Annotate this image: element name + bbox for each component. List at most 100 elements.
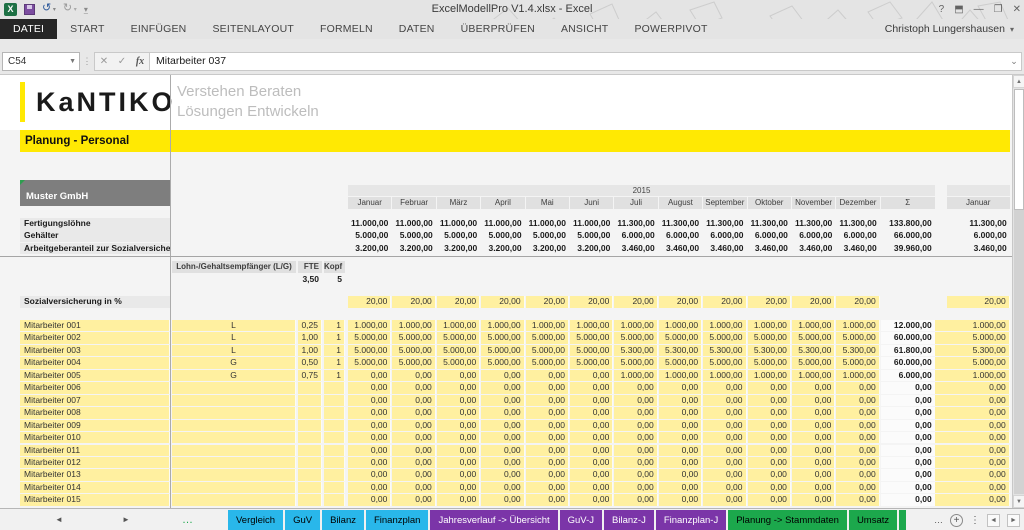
- sheet-tab-finanzplan-j[interactable]: Finanzplan-J: [656, 510, 726, 530]
- month-value-cell[interactable]: 5.000,00: [792, 332, 835, 343]
- month-value-cell[interactable]: 11.000,00: [348, 218, 391, 230]
- month-value-cell[interactable]: 3.460,00: [703, 243, 746, 255]
- month-value-cell[interactable]: 0,00: [659, 457, 702, 468]
- month-value-cell[interactable]: 20,00: [481, 296, 524, 308]
- name-box-dropdown-icon[interactable]: ▼: [69, 53, 76, 70]
- month-value-cell[interactable]: 5.000,00: [748, 357, 791, 368]
- month-value-cell[interactable]: 11.300,00: [748, 218, 791, 230]
- month-value-cell[interactable]: 1.000,00: [614, 320, 657, 331]
- month-value-cell[interactable]: 0,00: [437, 420, 480, 431]
- next-month-value-cell[interactable]: 5.300,00: [947, 345, 1010, 356]
- next-month-value-cell[interactable]: 0,00: [947, 382, 1010, 393]
- fte-value-cell[interactable]: [298, 482, 322, 493]
- month-header-cell[interactable]: August: [659, 197, 702, 209]
- lg-header-cell[interactable]: Lohn-/Gehaltsempfänger (L/G): [172, 261, 296, 273]
- month-value-cell[interactable]: 0,00: [392, 482, 435, 493]
- sheet-tab-bilanz[interactable]: Bilanz: [322, 510, 364, 530]
- kopf-value-cell[interactable]: 1: [324, 320, 345, 331]
- month-value-cell[interactable]: 0,00: [614, 382, 657, 393]
- fte-value-cell[interactable]: [298, 494, 322, 505]
- kopf-value-cell[interactable]: [324, 445, 345, 456]
- month-value-cell[interactable]: 0,00: [392, 469, 435, 480]
- formula-enter-icon[interactable]: ✓: [113, 53, 131, 70]
- month-value-cell[interactable]: 0,00: [748, 469, 791, 480]
- month-value-cell[interactable]: 0,00: [481, 395, 524, 406]
- month-value-cell[interactable]: 0,00: [481, 432, 524, 443]
- month-value-cell[interactable]: 1.000,00: [659, 370, 702, 381]
- month-value-cell[interactable]: 0,00: [836, 420, 879, 431]
- month-value-cell[interactable]: 0,00: [748, 445, 791, 456]
- month-value-cell[interactable]: 0,00: [703, 469, 746, 480]
- month-value-cell[interactable]: 0,00: [526, 395, 569, 406]
- fte-value-cell[interactable]: [298, 420, 322, 431]
- month-header-cell[interactable]: Mai: [526, 197, 569, 209]
- month-value-cell[interactable]: 5.300,00: [703, 345, 746, 356]
- month-value-cell[interactable]: 0,00: [526, 370, 569, 381]
- next-month-value-cell[interactable]: 6.000,00: [947, 230, 1010, 242]
- month-value-cell[interactable]: 0,00: [437, 445, 480, 456]
- next-month-value-cell[interactable]: 0,00: [947, 420, 1010, 431]
- month-header-cell[interactable]: Dezember: [836, 197, 879, 209]
- month-value-cell[interactable]: 3.200,00: [526, 243, 569, 255]
- month-header-cell[interactable]: Januar: [348, 197, 391, 209]
- month-value-cell[interactable]: 0,00: [614, 457, 657, 468]
- month-value-cell[interactable]: 1.000,00: [659, 320, 702, 331]
- month-value-cell[interactable]: 0,00: [570, 407, 613, 418]
- month-value-cell[interactable]: 0,00: [348, 482, 391, 493]
- month-value-cell[interactable]: 3.460,00: [614, 243, 657, 255]
- month-value-cell[interactable]: 0,00: [792, 382, 835, 393]
- hscroll-right-icon[interactable]: ►: [1007, 514, 1020, 527]
- sheet-tab-sba[interactable]: sbA: [899, 510, 906, 530]
- month-value-cell[interactable]: 0,00: [703, 457, 746, 468]
- month-value-cell[interactable]: 0,00: [614, 420, 657, 431]
- month-header-cell[interactable]: Februar: [392, 197, 435, 209]
- month-value-cell[interactable]: 5.300,00: [792, 345, 835, 356]
- month-value-cell[interactable]: 0,00: [570, 457, 613, 468]
- month-value-cell[interactable]: 0,00: [526, 457, 569, 468]
- ribbon-tab-einfügen[interactable]: EINFÜGEN: [118, 19, 200, 39]
- month-value-cell[interactable]: 0,00: [614, 407, 657, 418]
- year-band-next[interactable]: [947, 185, 1010, 196]
- restore-icon[interactable]: ❐: [994, 4, 1003, 15]
- month-value-cell[interactable]: 20,00: [792, 296, 835, 308]
- month-value-cell[interactable]: 0,00: [348, 420, 391, 431]
- month-value-cell[interactable]: 5.000,00: [614, 332, 657, 343]
- fte-value-cell[interactable]: [298, 457, 322, 468]
- month-value-cell[interactable]: 0,00: [792, 482, 835, 493]
- employee-name-cell[interactable]: Mitarbeiter 010: [20, 432, 170, 443]
- month-value-cell[interactable]: 0,00: [348, 370, 391, 381]
- month-value-cell[interactable]: 0,00: [348, 432, 391, 443]
- lg-value-cell[interactable]: [172, 420, 296, 431]
- user-account[interactable]: Christoph Lungershausen▾: [885, 19, 1014, 39]
- month-value-cell[interactable]: 0,00: [614, 432, 657, 443]
- month-value-cell[interactable]: 1.000,00: [748, 370, 791, 381]
- month-value-cell[interactable]: 0,00: [703, 407, 746, 418]
- employee-name-cell[interactable]: Mitarbeiter 009: [20, 420, 170, 431]
- month-value-cell[interactable]: 0,00: [703, 382, 746, 393]
- month-value-cell[interactable]: 0,00: [748, 407, 791, 418]
- month-value-cell[interactable]: 0,00: [836, 457, 879, 468]
- month-value-cell[interactable]: 0,00: [792, 457, 835, 468]
- month-value-cell[interactable]: 0,00: [437, 469, 480, 480]
- month-value-cell[interactable]: 5.000,00: [392, 230, 435, 242]
- lg-value-cell[interactable]: [172, 432, 296, 443]
- month-value-cell[interactable]: 3.200,00: [392, 243, 435, 255]
- sheet-tab-planung-stammdaten[interactable]: Planung -> Stammdaten: [728, 510, 847, 530]
- month-value-cell[interactable]: 5.000,00: [392, 357, 435, 368]
- more-sheets-left[interactable]: …: [182, 509, 193, 530]
- month-value-cell[interactable]: 6.000,00: [703, 230, 746, 242]
- month-value-cell[interactable]: 5.000,00: [748, 332, 791, 343]
- next-month-value-cell[interactable]: 0,00: [947, 432, 1010, 443]
- fte-value-cell[interactable]: 1,00: [298, 332, 322, 343]
- month-value-cell[interactable]: 0,00: [570, 494, 613, 505]
- formula-expand-icon[interactable]: ⌄: [1006, 52, 1022, 71]
- employee-name-cell[interactable]: Mitarbeiter 012: [20, 457, 170, 468]
- row-label-cell[interactable]: Gehälter: [20, 230, 170, 242]
- lg-value-cell[interactable]: L: [172, 345, 296, 356]
- sum-header-cell[interactable]: Σ: [881, 197, 935, 209]
- month-value-cell[interactable]: 0,00: [836, 395, 879, 406]
- kopf-value-cell[interactable]: 1: [324, 332, 345, 343]
- sum-value-cell[interactable]: 39.960,00: [881, 243, 935, 255]
- kopf-total-cell[interactable]: 5: [324, 274, 345, 286]
- sum-value-cell[interactable]: [881, 296, 935, 308]
